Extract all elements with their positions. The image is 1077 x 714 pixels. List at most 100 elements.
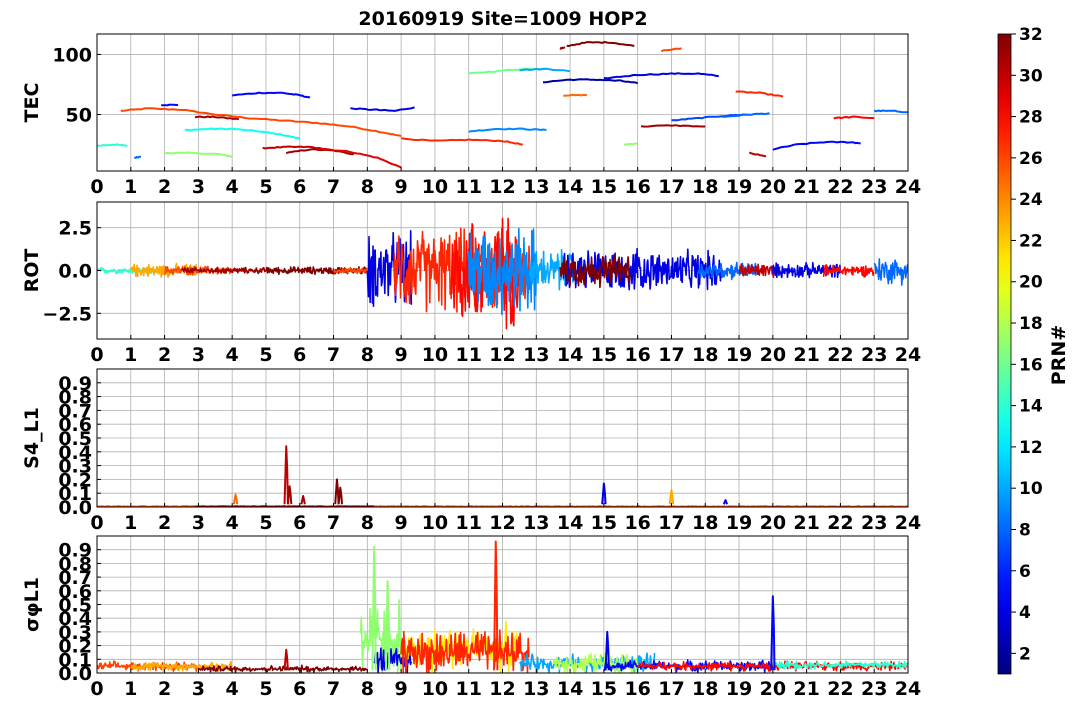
x-tick-label: 14	[557, 176, 583, 198]
x-axis: 0 1 2 3 4 5 6 7 8 9 10 11 12 13 14 15 16 17 18 19 20 21 22 23 24	[90, 335, 921, 366]
x-tick-label: 11	[455, 344, 481, 366]
y-tick-label: 100	[52, 44, 92, 66]
spike-prn-32	[337, 486, 343, 505]
x-tick-label: 11	[455, 678, 481, 700]
tec-series-prn-8	[134, 155, 142, 159]
colorbar-tick-label: 2	[1019, 644, 1031, 664]
x-tick-label: 2	[158, 512, 171, 534]
x-tick-label: 10	[422, 678, 448, 700]
colorbar-tick-label: 20	[1019, 273, 1043, 293]
x-tick-label: 8	[361, 512, 374, 534]
x-tick-label: 5	[259, 176, 272, 198]
x-tick-label: 14	[557, 344, 583, 366]
colorbar-tick-label: 30	[1019, 66, 1043, 86]
y-axis-label: σφL1	[21, 577, 43, 632]
x-tick-label: 13	[523, 678, 549, 700]
x-tick-label: 9	[395, 678, 408, 700]
tec-series-prn-31	[640, 124, 706, 128]
tec-series-prn-30	[748, 151, 767, 158]
tec-series-prn-27	[400, 137, 523, 146]
x-tick-label: 10	[422, 512, 448, 534]
colorbar-tick-label: 32	[1019, 25, 1043, 45]
spike-prn-30	[283, 445, 289, 505]
rot-series-prn-4	[636, 248, 723, 291]
x-tick-label: 21	[793, 344, 819, 366]
x-tick-label: 12	[489, 176, 515, 198]
x-tick-label: 6	[293, 678, 306, 700]
x-tick-label: 13	[523, 512, 549, 534]
tec-series-prn-9	[468, 127, 547, 133]
x-tick-label: 3	[192, 512, 205, 534]
tec-series-prn-13	[184, 127, 301, 140]
x-tick-label: 22	[827, 344, 853, 366]
spike-prn-17	[371, 545, 377, 671]
tec-series-prn-29	[316, 147, 402, 169]
y-axis-label: ROT	[21, 249, 43, 293]
x-tick-label: 5	[259, 344, 272, 366]
x-tick-label: 19	[726, 512, 752, 534]
x-tick-label: 19	[726, 176, 752, 198]
x-tick-label: 20	[760, 678, 786, 700]
x-tick-label: 17	[658, 678, 684, 700]
x-tick-label: 6	[293, 344, 306, 366]
rot-series-prn-8	[873, 258, 908, 286]
x-tick-label: 16	[624, 678, 650, 700]
tec-series-prn-17	[623, 142, 638, 146]
y-axis-label: TEC	[21, 83, 43, 123]
x-tick-label: 15	[591, 678, 617, 700]
x-tick-label: 1	[124, 344, 137, 366]
tec-series-prn-5	[772, 140, 861, 151]
x-tick-label: 22	[827, 176, 853, 198]
x-tick-label: 24	[895, 176, 921, 198]
x-tick-label: 15	[591, 344, 617, 366]
x-tick-label: 18	[692, 176, 718, 198]
x-tick-label: 20	[760, 344, 786, 366]
figure-svg: 20160919 Site=1009 HOP2 0 1 2 3 4 5 6 7 8 9 10 11 12…	[21, 8, 1070, 700]
tec-series-prn-4	[603, 72, 719, 80]
tec-series-prn-31	[559, 46, 566, 50]
x-tick-label: 11	[455, 512, 481, 534]
x-tick-label: 23	[861, 512, 887, 534]
tec-series-prn-14	[97, 143, 128, 147]
x-tick-label: 7	[327, 176, 340, 198]
tec-series-prn-2	[542, 78, 639, 85]
tec-series-prn-8	[873, 109, 908, 114]
x-tick-label: 17	[658, 176, 684, 198]
x-tick-label: 12	[489, 512, 515, 534]
colorbar-tick-label: 12	[1019, 438, 1043, 458]
tec-series-prn-25	[563, 93, 588, 97]
x-tick-label: 23	[861, 344, 887, 366]
x-tick-label: 13	[523, 176, 549, 198]
y-tick-label: 2.5	[58, 218, 92, 240]
colorbar: 2468101214161820222426283032PRN#	[997, 25, 1070, 675]
colorbar-tick-label: 24	[1019, 190, 1043, 210]
x-tick-label: 24	[895, 512, 921, 534]
x-tick-label: 18	[692, 512, 718, 534]
x-axis: 0 1 2 3 4 5 6 7 8 9 10 11 12 13 14 15 16 17 18 19 20 21 22 23 24	[90, 503, 921, 534]
y-axis: 0.00.10.20.30.40.50.60.70.80.9	[58, 540, 101, 685]
y-axis: 0.00.10.20.30.40.50.60.70.80.9	[58, 373, 101, 519]
colorbar-label: PRN#	[1048, 325, 1070, 385]
x-tick-label: 20	[760, 176, 786, 198]
x-tick-label: 15	[591, 512, 617, 534]
tec-series-prn-28	[833, 115, 875, 120]
y-tick-label: 50	[66, 105, 92, 127]
x-tick-label: 3	[192, 176, 205, 198]
y-tick-label: −2.5	[42, 303, 92, 325]
x-tick-label: 6	[293, 512, 306, 534]
plot-area	[97, 217, 908, 330]
x-tick-label: 8	[361, 176, 374, 198]
x-tick-label: 16	[624, 176, 650, 198]
x-tick-label: 21	[793, 512, 819, 534]
x-tick-label: 9	[395, 176, 408, 198]
x-tick-label: 3	[192, 678, 205, 700]
tec-series-prn-26	[660, 47, 682, 53]
x-tick-label: 23	[861, 678, 887, 700]
x-tick-label: 10	[422, 344, 448, 366]
x-tick-label: 10	[422, 176, 448, 198]
x-tick-label: 0	[90, 344, 103, 366]
x-tick-label: 9	[395, 512, 408, 534]
panel-tec: 0 1 2 3 4 5 6 7 8 9 10 11 12 13 14 15 16 17 18 19 20 21 22 23 24…	[21, 33, 921, 198]
x-tick-label: 7	[327, 678, 340, 700]
x-tick-label: 2	[158, 678, 171, 700]
